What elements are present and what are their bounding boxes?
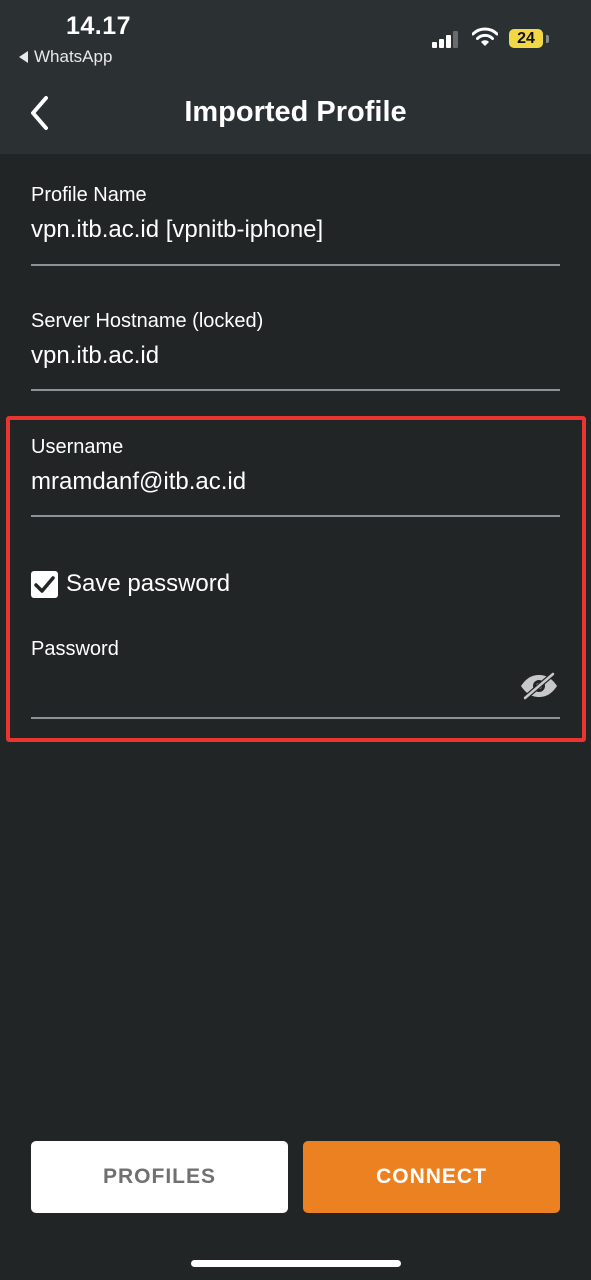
back-triangle-icon [19,51,28,63]
top-bar: 14.17 WhatsApp 24 Imported Profile [0,0,591,154]
password-field[interactable]: Password [31,638,560,720]
password-label: Password [31,638,119,660]
back-to-app-link[interactable]: WhatsApp [19,47,112,67]
username-field[interactable]: Username mramdanf@itb.ac.id [31,436,560,518]
back-app-label: WhatsApp [34,47,113,66]
status-time: 14.17 [66,12,132,40]
checkmark-icon [34,576,55,593]
profile-name-input[interactable]: vpn.itb.ac.id [vpnitb-iphone] [31,216,560,246]
server-hostname-label: Server Hostname (locked) [31,310,264,332]
home-indicator[interactable] [191,1260,401,1267]
username-input[interactable]: mramdanf@itb.ac.id [31,468,560,498]
battery-tip [546,35,549,43]
password-input[interactable] [31,670,560,700]
server-hostname-value: vpn.itb.ac.id [31,342,160,369]
profile-name-field[interactable]: Profile Name vpn.itb.ac.id [vpnitb-iphon… [31,184,560,266]
connect-button[interactable]: CONNECT [303,1141,560,1213]
save-password-label[interactable]: Save password [66,570,230,598]
battery-indicator: 24 [509,29,543,48]
wifi-icon [472,27,498,46]
cellular-signal-icon [432,30,460,48]
eye-slash-icon[interactable] [519,672,559,700]
page-title: Imported Profile [184,96,407,128]
username-underline [31,515,560,517]
profiles-button[interactable]: PROFILES [31,1141,288,1213]
save-password-checkbox[interactable] [31,571,58,598]
server-hostname-field: Server Hostname (locked) vpn.itb.ac.id [31,310,560,392]
profile-name-underline [31,264,560,266]
profile-name-label: Profile Name [31,184,147,206]
username-label: Username [31,436,124,458]
server-hostname-underline [31,389,560,391]
password-underline [31,717,560,719]
